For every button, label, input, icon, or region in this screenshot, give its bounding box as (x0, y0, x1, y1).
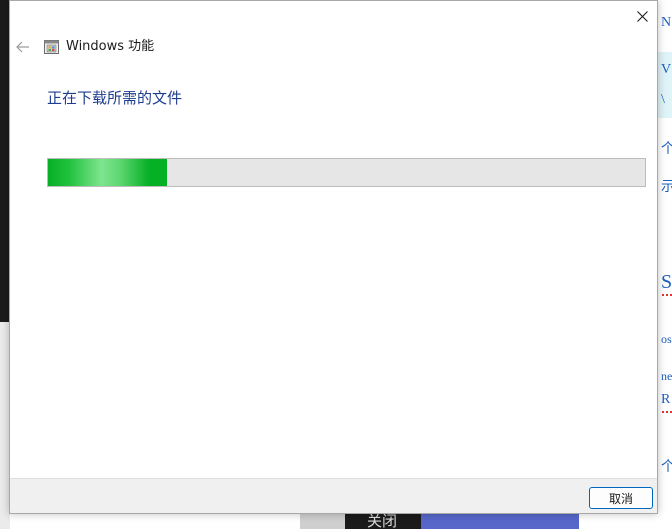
windows-features-dialog: Windows 功能 正在下载所需的文件 取消 (9, 0, 658, 514)
spellcheck-underline (662, 409, 672, 413)
background-text-fragment: \ (661, 92, 665, 107)
dialog-footer: 取消 (10, 478, 657, 513)
background-text-fragment: R (661, 392, 671, 407)
back-button[interactable] (14, 38, 32, 56)
background-text-fragment: S (661, 271, 672, 293)
background-panel (300, 512, 345, 529)
background-text-fragment: 示 (661, 180, 672, 195)
status-heading: 正在下载所需的文件 (47, 89, 183, 107)
progress-fill (48, 159, 168, 186)
dialog-header: Windows 功能 (10, 35, 657, 59)
cancel-button[interactable]: 取消 (589, 487, 653, 509)
windows-features-icon (44, 40, 59, 54)
background-text-fragment: ne (661, 369, 672, 383)
background-button-label: 关闭 (367, 512, 398, 529)
background-button: 关闭 (345, 512, 421, 529)
background-panel-blue (421, 512, 579, 529)
background-text-fragment: 个 (661, 460, 672, 475)
close-button[interactable] (627, 1, 657, 31)
background-text-fragment: os (661, 332, 672, 346)
background-document: N V \ 个 示 S os ne R 个 (658, 0, 672, 529)
progress-bar (47, 158, 646, 187)
close-icon (636, 10, 648, 22)
background-text-fragment: V (661, 62, 672, 77)
spellcheck-underline (662, 292, 672, 296)
background-text-fragment: 个 (661, 142, 672, 157)
dialog-title: Windows 功能 (66, 39, 155, 54)
back-arrow-icon (16, 41, 29, 53)
background-text-fragment: N (661, 15, 672, 30)
